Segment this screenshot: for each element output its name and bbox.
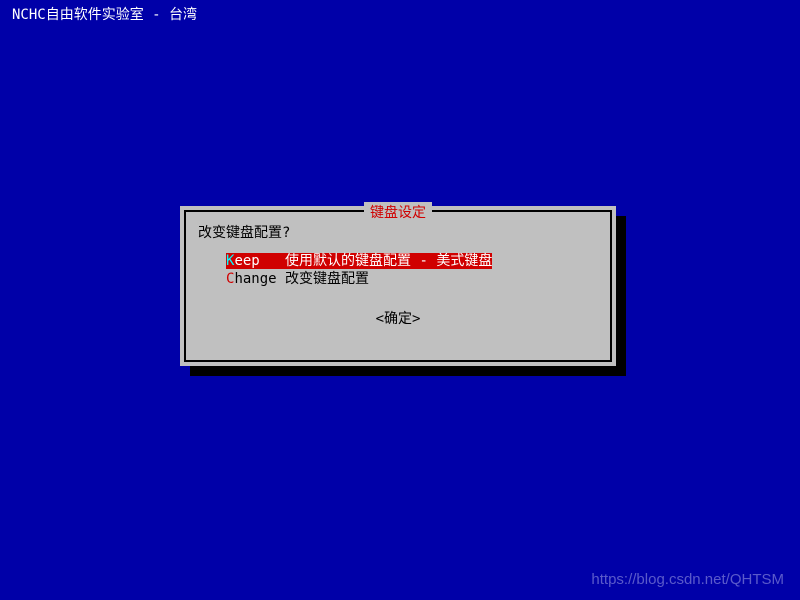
watermark: https://blog.csdn.net/QHTSM bbox=[591, 571, 784, 588]
dialog-border: 键盘设定 改变键盘配置? Keep 使用默认的键盘配置 - 美式键盘 Chang… bbox=[184, 210, 612, 362]
header-title: NCHC自由软件实验室 - 台湾 bbox=[12, 7, 197, 23]
options-list: Keep 使用默认的键盘配置 - 美式键盘 Change 改变键盘配置 bbox=[226, 252, 598, 288]
page-header: NCHC自由软件实验室 - 台湾 bbox=[0, 0, 800, 28]
option-change[interactable]: Change 改变键盘配置 bbox=[226, 270, 598, 288]
confirm-button[interactable]: <确定> bbox=[198, 308, 598, 328]
dialog-wrapper: 键盘设定 改变键盘配置? Keep 使用默认的键盘配置 - 美式键盘 Chang… bbox=[180, 206, 616, 366]
option-keep-label: 使用默认的键盘配置 - 美式键盘 bbox=[285, 253, 492, 269]
option-keep[interactable]: Keep 使用默认的键盘配置 - 美式键盘 bbox=[226, 252, 598, 270]
option-change-label: 改变键盘配置 bbox=[285, 271, 369, 287]
dialog-prompt: 改变键盘配置? bbox=[198, 222, 598, 242]
dialog-title: 键盘设定 bbox=[364, 202, 432, 222]
keyboard-dialog: 键盘设定 改变键盘配置? Keep 使用默认的键盘配置 - 美式键盘 Chang… bbox=[180, 206, 616, 366]
option-change-keyrest: hange bbox=[234, 271, 276, 287]
option-keep-keyrest: eep bbox=[234, 253, 259, 269]
dialog-content: 改变键盘配置? Keep 使用默认的键盘配置 - 美式键盘 Change 改变键… bbox=[186, 212, 610, 338]
